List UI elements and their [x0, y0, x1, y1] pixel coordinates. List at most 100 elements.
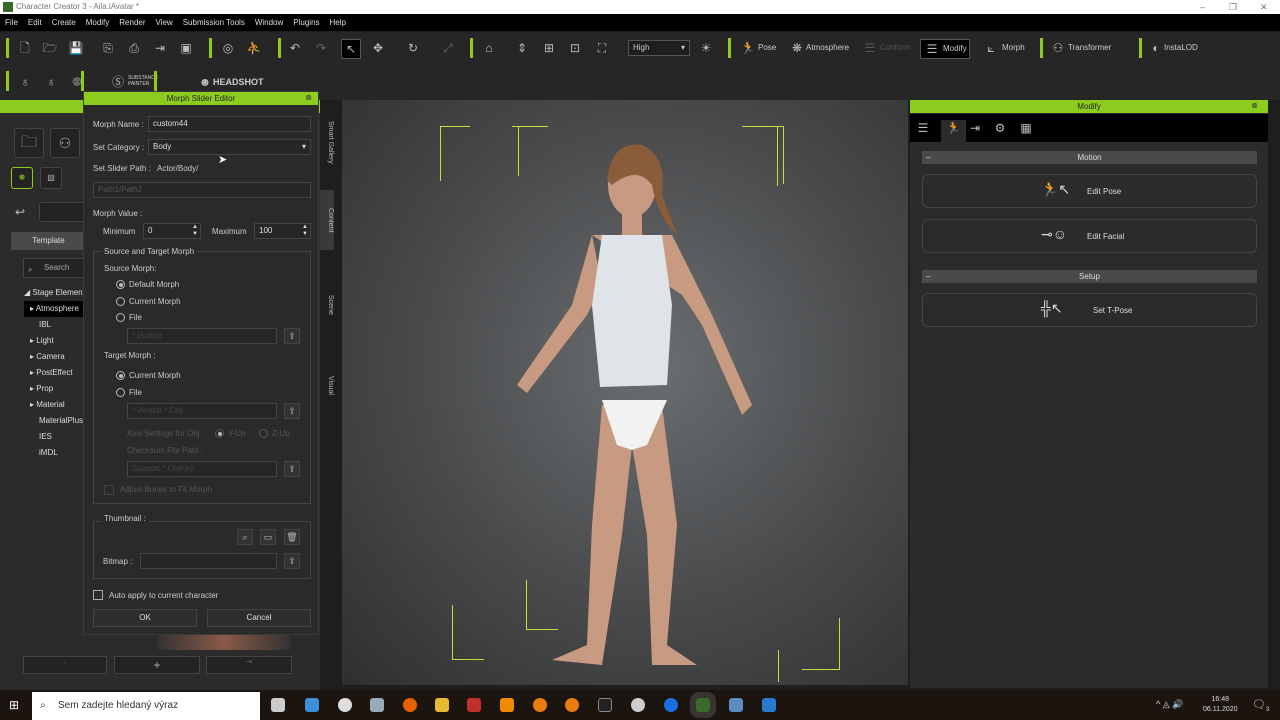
object-icon[interactable]: ◎ [220, 40, 236, 56]
app-icon[interactable] [305, 698, 319, 712]
pose-icon[interactable]: 🏃 [740, 40, 756, 56]
tree-item[interactable]: MaterialPlus [24, 413, 84, 429]
atmosphere-button[interactable]: Atmosphere [806, 40, 849, 56]
morph-name-input[interactable]: custom44 [148, 116, 311, 132]
morph-button[interactable]: Morph [1002, 40, 1025, 56]
tree-item[interactable]: IBL [24, 317, 84, 333]
rotate-icon[interactable]: ↻ [405, 40, 421, 56]
atmosphere-icon[interactable]: ❋ [789, 40, 805, 56]
fit-height-icon[interactable]: ⇕ [514, 40, 530, 56]
instalod-icon[interactable]: ◐ [1148, 40, 1164, 56]
blender-icon[interactable] [565, 698, 579, 712]
cancel-button[interactable]: Cancel [207, 609, 311, 627]
sliders-tab-icon[interactable]: ☰ [915, 120, 931, 136]
app-icon[interactable] [370, 698, 384, 712]
close-icon[interactable]: ⊗ [1251, 101, 1258, 110]
new-file-icon[interactable]: 🗋 [17, 40, 33, 56]
adjust-bones-checkbox[interactable] [104, 485, 114, 495]
browse-image-icon[interactable]: ⌕ [237, 529, 253, 545]
radio-y-up[interactable] [215, 429, 224, 438]
save-icon[interactable]: 💾 [68, 40, 84, 56]
tab-template[interactable]: Template [11, 232, 86, 250]
edit-pose-button[interactable]: 🏃↖ Edit Pose [922, 174, 1257, 208]
scale-icon[interactable]: ⤢ [440, 40, 456, 56]
instalod-button[interactable]: InstaLOD [1164, 40, 1198, 56]
bitmap-input[interactable] [140, 553, 277, 569]
firefox-icon[interactable] [403, 698, 417, 712]
character-creator-icon[interactable] [690, 692, 716, 718]
radio-target-file[interactable] [116, 388, 125, 397]
category-dropdown[interactable]: Body ▾ [148, 139, 311, 155]
browse-folder-icon[interactable]: ⇪ [284, 553, 300, 569]
fit-view-icon[interactable]: ⊞ [541, 40, 557, 56]
character-icon[interactable]: ♁ [17, 74, 33, 90]
quality-dropdown[interactable]: High ▾ [628, 40, 690, 56]
tree-item[interactable]: ◢ Stage Elements [24, 285, 89, 301]
blender-icon[interactable] [533, 698, 547, 712]
app-icon[interactable] [467, 698, 481, 712]
morph-icon[interactable]: ⟀ [983, 40, 999, 56]
home-camera-icon[interactable]: ⌂ [481, 40, 497, 56]
menu-window[interactable]: Window [255, 18, 283, 27]
undo-icon[interactable]: ↶ [287, 40, 303, 56]
physics-tab-icon[interactable]: ⚙ [992, 120, 1008, 136]
texture-tab-icon[interactable]: ▦ [1018, 120, 1034, 136]
menu-plugins[interactable]: Plugins [293, 18, 319, 27]
motion-tab-icon[interactable]: 🏃 [941, 120, 966, 142]
edit-facial-button[interactable]: ⊸☺ Edit Facial [922, 219, 1257, 253]
3d-viewport[interactable] [342, 100, 908, 685]
export-icon[interactable]: ⎙ [126, 40, 142, 56]
motion-section-header[interactable]: – Motion [922, 151, 1257, 164]
close-button[interactable]: ✕ [1260, 0, 1268, 14]
app-icon[interactable] [762, 698, 776, 712]
spinner-arrows-icon[interactable]: ▲ ▼ [302, 224, 308, 238]
menu-create[interactable]: Create [52, 18, 76, 27]
select-icon[interactable]: ↖ [341, 39, 361, 59]
auto-apply-checkbox[interactable] [93, 590, 103, 600]
minimize-button[interactable]: – [1200, 0, 1205, 14]
browse-folder-icon[interactable]: ⇪ [284, 328, 300, 344]
ok-button[interactable]: OK [93, 609, 197, 627]
open-folder-icon[interactable]: 🗁 [42, 40, 58, 56]
character-view-icon[interactable]: ♁ [43, 74, 59, 90]
maps-icon[interactable] [664, 698, 678, 712]
taskbar-search[interactable]: ⌕ Sem zadejte hledaný výraz [32, 692, 260, 720]
tree-item[interactable]: IES [24, 429, 84, 445]
path-input[interactable]: Path1/Path2 [93, 182, 311, 198]
target-file-input[interactable]: *.iAvatar *.Obj [127, 403, 277, 419]
clock[interactable]: 16:48 06.11.2020 [1203, 695, 1238, 715]
settings-icon[interactable] [338, 698, 352, 712]
setup-section-header[interactable]: – Setup [922, 270, 1257, 283]
conform-button[interactable]: Conform [880, 40, 911, 56]
checksum-input[interactable]: Support *.ObjKey [127, 461, 277, 477]
tree-item[interactable]: iMDL [24, 445, 84, 461]
attach-tab-icon[interactable]: ⇥ [967, 120, 983, 136]
tree-item[interactable]: ▸ Camera [24, 349, 84, 365]
menu-modify[interactable]: Modify [86, 18, 110, 27]
actor-icon[interactable]: ⚇ [50, 128, 80, 158]
back-icon[interactable]: ↩ [12, 204, 28, 220]
image-icon[interactable]: ▨ [40, 167, 62, 189]
radio-default-morph[interactable] [116, 280, 125, 289]
headshot-icon[interactable]: ☻ [197, 74, 213, 90]
spinner-arrows-icon[interactable]: ▲ ▼ [192, 224, 198, 238]
breadcrumb[interactable] [39, 202, 89, 222]
tree-item[interactable]: ▸ Material [24, 397, 84, 413]
radio-source-file[interactable] [116, 313, 125, 322]
radio-target-current-morph[interactable] [116, 371, 125, 380]
add-button[interactable]: + [114, 656, 200, 674]
tree-item[interactable]: ▸ PostEffect [24, 365, 84, 381]
windows-start-icon[interactable]: ⊞ [9, 698, 19, 712]
radio-current-morph[interactable] [116, 297, 125, 306]
tree-item[interactable]: ▸ Prop [24, 381, 84, 397]
source-file-input[interactable]: *.iAvatar [127, 328, 277, 344]
maximize-button[interactable]: ❐ [1229, 0, 1237, 14]
tree-item[interactable]: ▸ Atmosphere [24, 301, 84, 317]
browse-folder-icon[interactable]: ⇪ [284, 461, 300, 477]
menu-view[interactable]: View [156, 18, 173, 27]
render-icon[interactable]: ▣ [178, 40, 194, 56]
menu-file[interactable]: File [5, 18, 18, 27]
substance-painter-icon[interactable]: Ⓢ [110, 74, 126, 90]
fit-all-icon[interactable]: ⛶ [594, 40, 610, 56]
apply-button[interactable]: ⇥ [206, 656, 292, 674]
